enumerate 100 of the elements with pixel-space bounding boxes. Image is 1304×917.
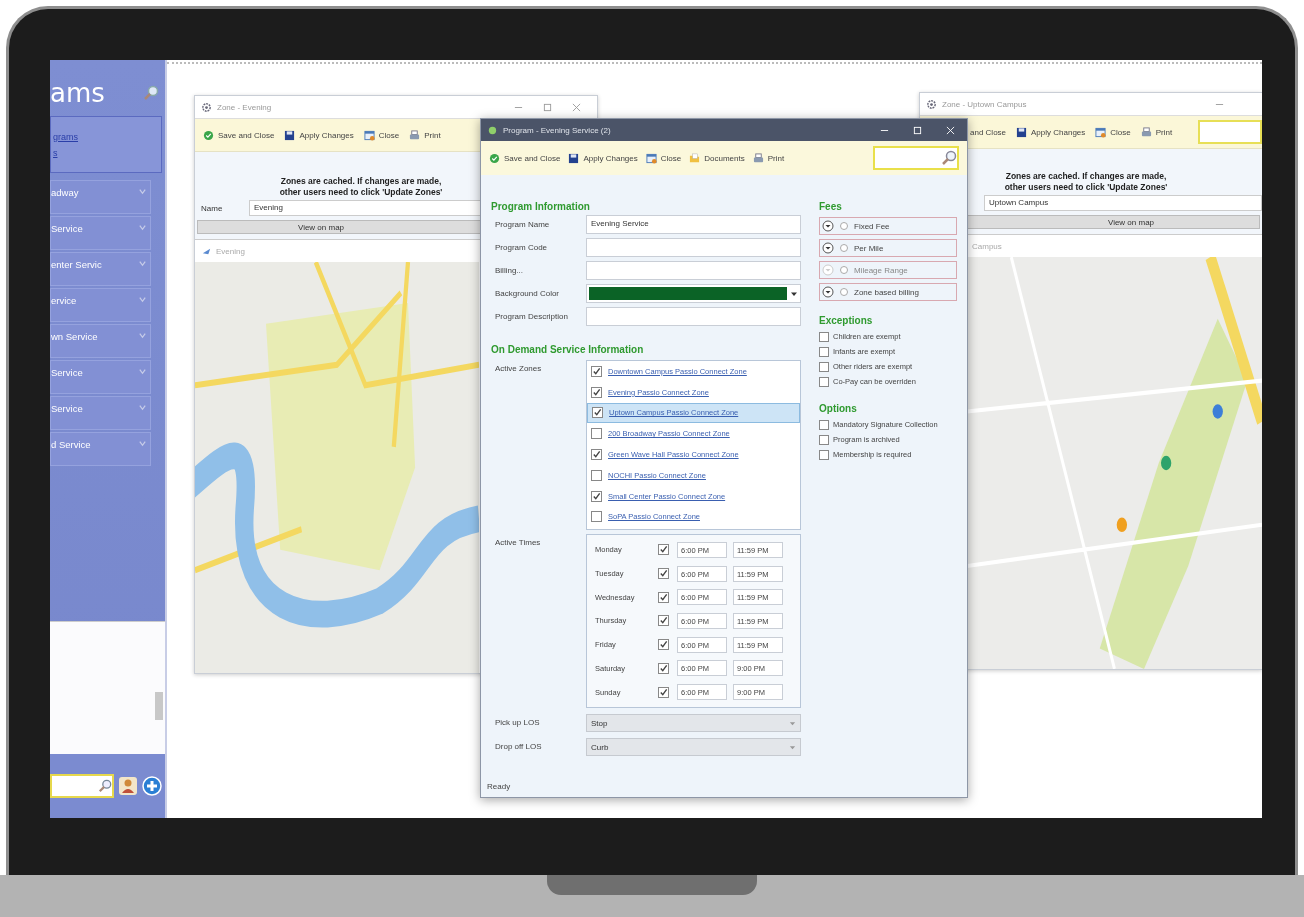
- window-title: Zone - Uptown Campus: [942, 99, 1027, 109]
- checkbox[interactable]: [819, 419, 829, 430]
- text-field[interactable]: [586, 307, 801, 326]
- checkbox[interactable]: [658, 615, 669, 627]
- text-field[interactable]: [586, 238, 801, 257]
- checkbox[interactable]: [819, 331, 829, 342]
- notice-text: other users need to click 'Update Zones': [1004, 182, 1168, 192]
- section-heading: Fees: [819, 201, 843, 213]
- expand-icon[interactable]: [822, 220, 834, 232]
- text-field[interactable]: [586, 261, 801, 280]
- toolbar-button[interactable]: Print: [407, 127, 443, 143]
- chevron-down-icon: [138, 295, 147, 304]
- toolbar-button[interactable]: Print: [750, 150, 787, 166]
- radio-button[interactable]: [840, 244, 848, 252]
- panel-title: Evening: [216, 246, 245, 256]
- chevron-down-icon: [138, 259, 147, 268]
- chevron-down-icon: [138, 187, 147, 196]
- checkbox[interactable]: [658, 591, 669, 603]
- field-label: Name: [201, 203, 224, 213]
- toolbar-button[interactable]: Save and Close: [201, 127, 277, 143]
- scrollbar[interactable]: [155, 692, 163, 720]
- sidebar-title: ams: [50, 80, 105, 106]
- fee-option[interactable]: Zone based billing: [819, 283, 957, 301]
- toolbar-button[interactable]: Print: [1138, 124, 1175, 140]
- printer-icon: [1140, 126, 1152, 138]
- chevron-down-icon: [138, 331, 147, 340]
- toolbar-button[interactable]: Close: [361, 127, 402, 143]
- checkbox[interactable]: [658, 544, 669, 556]
- folder-icon: [689, 152, 701, 164]
- search-icon[interactable]: [941, 150, 957, 166]
- window-title: Zone - Evening: [217, 102, 272, 112]
- fee-option[interactable]: Fixed Fee: [819, 217, 957, 235]
- toolbar-button[interactable]: Close: [643, 150, 684, 166]
- toolbar-button[interactable]: Apply Changes: [566, 150, 640, 166]
- checkbox[interactable]: [658, 568, 669, 580]
- checkbox[interactable]: [819, 449, 829, 460]
- notice-text: Zones are cached. If changes are made,: [1005, 171, 1167, 181]
- checkbox[interactable]: [819, 434, 829, 445]
- checkbox[interactable]: [591, 386, 602, 398]
- checkbox[interactable]: [592, 407, 603, 419]
- checkbox[interactable]: [819, 376, 829, 387]
- checkbox[interactable]: [819, 361, 829, 372]
- fee-option[interactable]: Per Mile: [819, 239, 957, 257]
- radio-button[interactable]: [840, 222, 848, 230]
- toolbar-button[interactable]: Apply Changes: [1014, 124, 1088, 140]
- printer-icon: [409, 129, 421, 141]
- checkbox[interactable]: [591, 469, 602, 481]
- status-text: Ready: [487, 781, 511, 791]
- radio-button[interactable]: [840, 288, 848, 296]
- notice-text: Zones are cached. If changes are made,: [280, 176, 442, 186]
- add-icon[interactable]: [142, 776, 162, 796]
- section-heading: Options: [819, 403, 858, 415]
- toolbar-button[interactable]: and Close: [968, 125, 1009, 139]
- toolbar-button[interactable]: Save and Close: [487, 150, 563, 166]
- window-close-icon: [1095, 126, 1107, 138]
- dropdown[interactable]: Curb: [586, 738, 801, 756]
- caret-icon: [789, 719, 796, 727]
- checkbox[interactable]: [591, 428, 602, 440]
- checkbox[interactable]: [658, 639, 669, 651]
- chevron-down-icon: [138, 439, 147, 448]
- checkbox[interactable]: [658, 686, 669, 698]
- text-field[interactable]: Evening Service: [586, 215, 801, 234]
- checkbox[interactable]: [658, 662, 669, 674]
- expand-icon[interactable]: [822, 286, 834, 298]
- notice-text: other users need to click 'Update Zones': [279, 187, 443, 197]
- window-close-icon: [645, 152, 657, 164]
- search-field[interactable]: [1198, 120, 1262, 144]
- name-field[interactable]: Uptown Campus: [984, 195, 1262, 211]
- dropdown[interactable]: Stop: [586, 714, 801, 732]
- search-field[interactable]: [50, 774, 114, 798]
- expand-icon[interactable]: [822, 242, 834, 254]
- person-icon[interactable]: [118, 776, 138, 796]
- checkbox[interactable]: [591, 490, 602, 502]
- chevron-down-icon: [138, 223, 147, 232]
- checkbox[interactable]: [591, 449, 602, 461]
- field-label: Program Description: [494, 312, 569, 321]
- chevron-down-icon: [138, 403, 147, 412]
- field-label: Background Color: [494, 289, 561, 298]
- field-label: Billing...: [494, 266, 524, 275]
- search-field[interactable]: [873, 146, 959, 170]
- checkbox[interactable]: [591, 511, 602, 523]
- checkbox[interactable]: [819, 346, 829, 357]
- caret-icon: [789, 743, 796, 751]
- section-heading: Exceptions: [819, 315, 874, 327]
- toolbar-button[interactable]: Close: [1093, 124, 1133, 140]
- search-icon[interactable]: [98, 779, 112, 793]
- check-circle-icon: [203, 129, 214, 141]
- toolbar-button[interactable]: Apply Changes: [282, 127, 356, 143]
- field-label: Pick up LOS: [494, 717, 541, 727]
- field-label: Drop off LOS: [494, 741, 543, 751]
- field-label: Active Times: [494, 537, 542, 547]
- window-close-icon: [363, 129, 375, 141]
- app-icon: [487, 124, 498, 136]
- gear-icon: [926, 98, 937, 110]
- checkbox[interactable]: [591, 365, 602, 377]
- search-icon[interactable]: [143, 85, 159, 101]
- field-label: Program Name: [494, 220, 551, 229]
- color-dropdown[interactable]: [586, 284, 801, 303]
- panel-title: Campus: [972, 241, 1002, 251]
- toolbar-button[interactable]: Documents: [687, 150, 747, 166]
